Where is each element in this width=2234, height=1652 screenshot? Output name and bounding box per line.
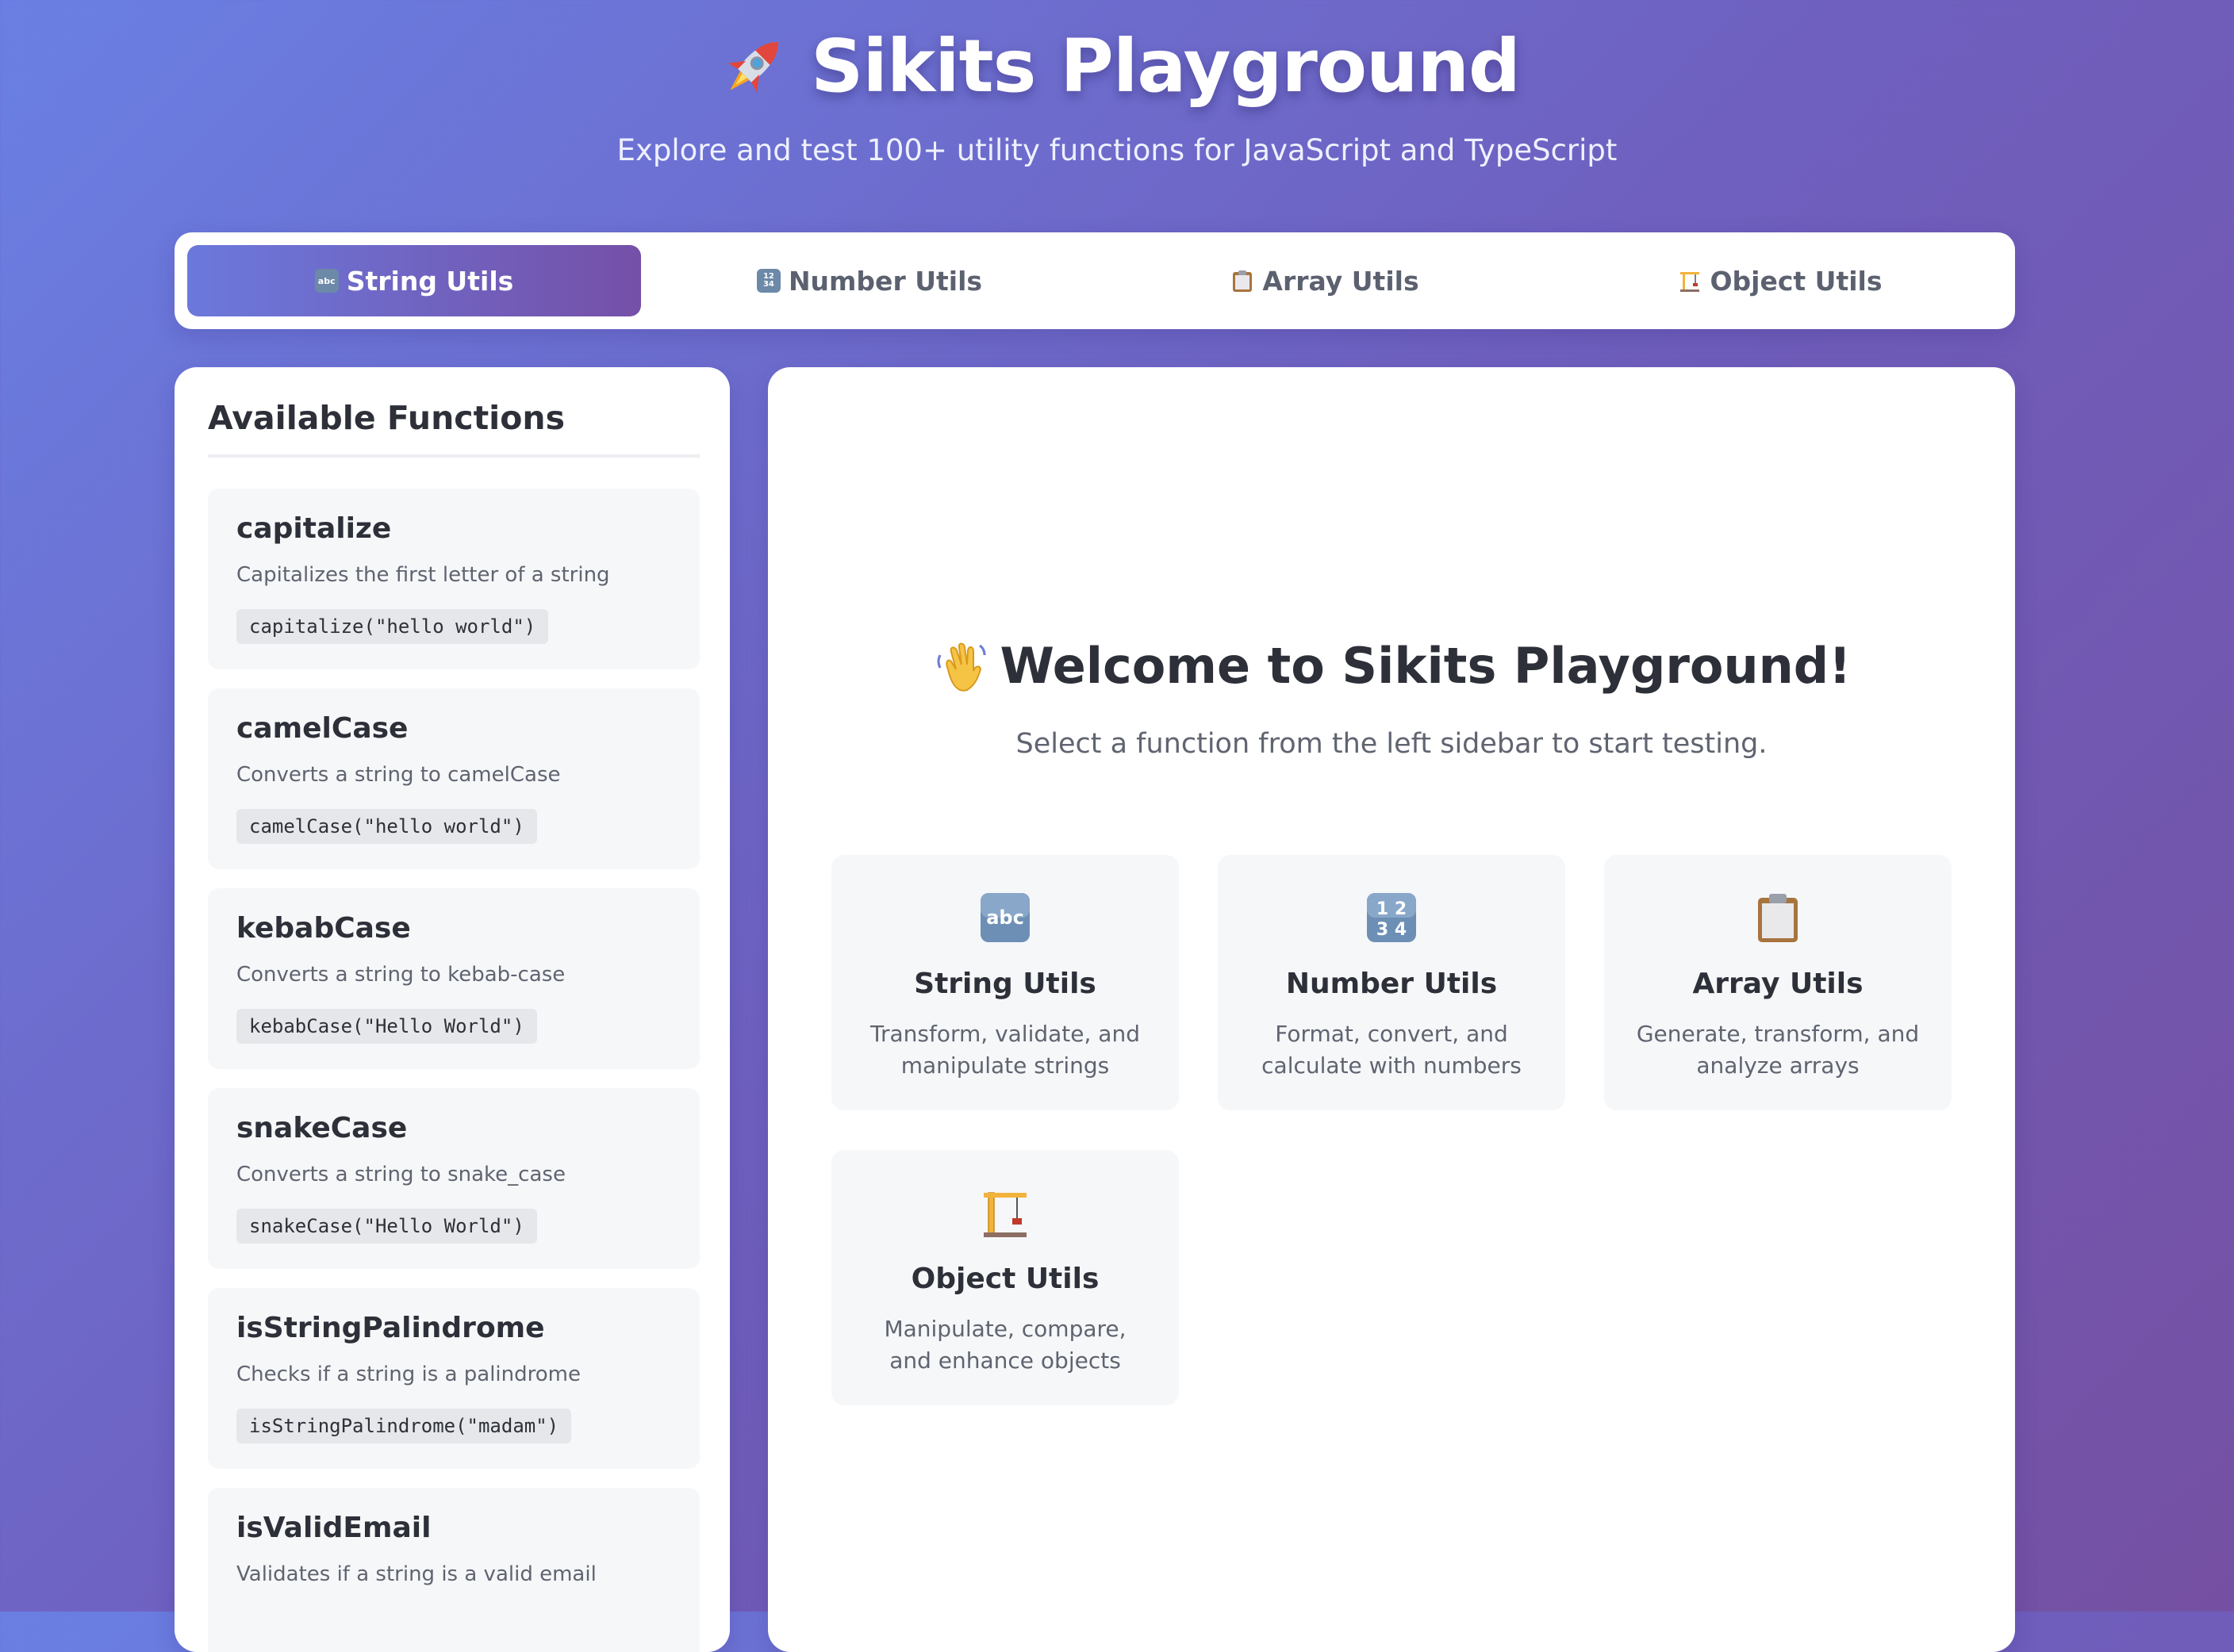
function-item-camelcase[interactable]: camelCase Converts a string to camelCase… [208, 688, 700, 869]
page-subtitle: Explore and test 100+ utility functions … [616, 133, 1618, 167]
numbers-icon: 1 2 3 4 [1367, 893, 1416, 942]
tab-number-utils[interactable]: 12 34 Number Utils [643, 245, 1096, 316]
function-description: Converts a string to kebab-case [236, 963, 566, 987]
function-list: capitalize Capitalizes the first letter … [208, 489, 700, 1652]
welcome-subtitle: Select a function from the left sidebar … [1015, 728, 1768, 760]
function-name: kebabCase [236, 912, 411, 945]
function-item-kebabcase[interactable]: kebabCase Converts a string to kebab-cas… [208, 888, 700, 1069]
tab-object-utils[interactable]: Object Utils [1553, 245, 2007, 316]
function-name: capitalize [236, 512, 392, 545]
function-example: isStringPalindrome("madam") [236, 1409, 572, 1443]
function-item-isstringpalindrome[interactable]: isStringPalindrome Checks if a string is… [208, 1288, 700, 1469]
functions-sidebar: Available Functions capitalize Capitaliz… [175, 367, 730, 1652]
function-item-snakecase[interactable]: snakeCase Converts a string to snake_cas… [208, 1088, 700, 1269]
waving-hand-icon [937, 642, 986, 692]
app-title: Sikits Playground [811, 24, 1521, 109]
category-card-array-utils[interactable]: Array Utils Generate, transform, and ana… [1604, 855, 1952, 1110]
sidebar-title: Available Functions [208, 399, 565, 437]
function-item-capitalize[interactable]: capitalize Capitalizes the first letter … [208, 489, 700, 669]
category-card-string-utils[interactable]: abc String Utils Transform, validate, an… [831, 855, 1179, 1110]
svg-text:1 2: 1 2 [1376, 899, 1407, 919]
function-example: snakeCase("Hello World") [236, 1209, 537, 1244]
category-description: Generate, transform, and analyze arrays [1636, 1021, 1920, 1079]
crane-icon [984, 1192, 1027, 1237]
clipboard-icon [1758, 894, 1798, 942]
function-name: isStringPalindrome [236, 1312, 545, 1344]
category-card-object-utils[interactable]: Object Utils Manipulate, compare, and en… [831, 1150, 1179, 1405]
sidebar-divider [208, 454, 700, 458]
abc-icon: abc [314, 269, 339, 293]
category-title: Number Utils [1285, 968, 1498, 1000]
tab-label: Number Utils [788, 265, 983, 297]
function-name: camelCase [236, 712, 409, 745]
page-title-row: Sikits Playground [0, 24, 2234, 109]
tab-label: Object Utils [1710, 265, 1883, 297]
function-name: isValidEmail [236, 1512, 432, 1544]
category-card-number-utils[interactable]: 1 2 3 4 Number Utils Format, convert, an… [1218, 855, 1565, 1110]
tab-array-utils[interactable]: Array Utils [1098, 245, 1552, 316]
function-description: Converts a string to camelCase [236, 763, 561, 787]
welcome-title: Welcome to Sikits Playground! [1000, 637, 1852, 695]
category-tabbar: abc String Utils 12 34 Number Utils Array… [175, 232, 2015, 329]
crane-icon [1680, 272, 1700, 292]
function-item-isvalidemail[interactable]: isValidEmail Validates if a string is a … [208, 1488, 700, 1652]
numbers-icon: 12 34 [756, 269, 781, 293]
category-description: Manipulate, compare, and enhance objects [884, 1316, 1127, 1374]
svg-text:3 4: 3 4 [1376, 920, 1407, 940]
svg-text:abc: abc [986, 906, 1024, 929]
category-title: Array Utils [1692, 968, 1864, 1000]
abc-icon: abc [981, 893, 1030, 942]
function-example: camelCase("hello world") [236, 809, 537, 844]
function-description: Validates if a string is a valid email [236, 1562, 597, 1586]
category-description: Transform, validate, and manipulate stri… [870, 1021, 1140, 1079]
function-description: Capitalizes the first letter of a string [236, 563, 610, 587]
rocket-icon [727, 41, 779, 93]
main-panel: Welcome to Sikits Playground! Select a f… [768, 367, 2015, 1652]
tab-label: Array Utils [1262, 265, 1419, 297]
function-description: Converts a string to snake_case [236, 1163, 566, 1186]
function-description: Checks if a string is a palindrome [236, 1363, 581, 1386]
function-example: kebabCase("Hello World") [236, 1009, 537, 1044]
function-name: snakeCase [236, 1112, 408, 1144]
category-title: Object Utils [911, 1263, 1100, 1295]
clipboard-icon [1233, 270, 1253, 292]
welcome-title-row: Welcome to Sikits Playground! [768, 637, 2015, 695]
tab-label: String Utils [346, 265, 514, 297]
function-example: capitalize("hello world") [236, 609, 549, 644]
tab-string-utils[interactable]: abc String Utils [187, 245, 641, 316]
category-description: Format, convert, and calculate with numb… [1261, 1021, 1522, 1079]
category-title: String Utils [914, 968, 1096, 1000]
